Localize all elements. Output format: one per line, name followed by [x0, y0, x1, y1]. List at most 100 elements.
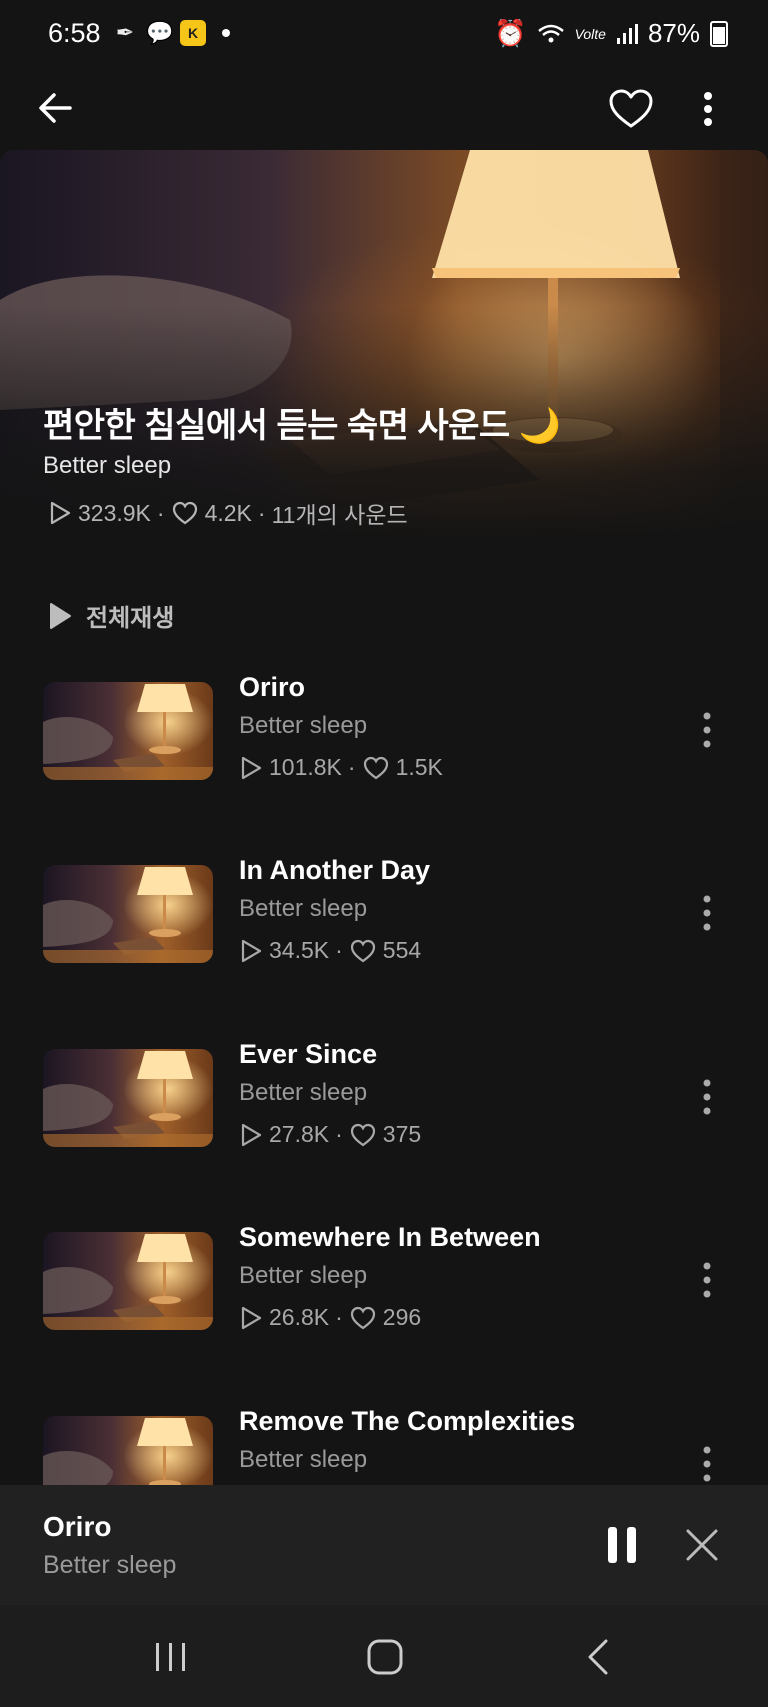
- status-bar: 6:58 ✒ 💬 K ⏰ Volte 87%: [0, 0, 768, 70]
- pause-button[interactable]: [602, 1521, 642, 1569]
- like-count: 375: [382, 1121, 422, 1147]
- more-vertical-icon: [703, 712, 711, 748]
- track-row[interactable]: Ever Since Better sleep 27.8K · 375: [0, 1039, 768, 1159]
- signal-icon: [616, 23, 638, 44]
- alarm-icon: ⏰: [494, 18, 527, 48]
- home-icon: [367, 1639, 403, 1675]
- notification-icons: ✒ 💬 K: [112, 20, 230, 46]
- like-count-icon: [350, 1123, 375, 1146]
- more-options-button[interactable]: [690, 82, 726, 136]
- track-title: Ever Since: [239, 1039, 378, 1069]
- track-more-button[interactable]: [692, 708, 722, 752]
- chat-bubble-icon: 💬: [146, 20, 174, 45]
- pause-icon: [608, 1527, 636, 1563]
- like-count: 554: [382, 937, 422, 963]
- more-vertical-icon: [703, 1262, 711, 1298]
- separator-dot: ·: [156, 499, 165, 526]
- heart-outline-icon: [609, 89, 653, 128]
- separator-dot: ·: [335, 937, 343, 963]
- track-thumbnail: [43, 865, 213, 963]
- volte-label: Volte: [574, 25, 606, 42]
- like-count-icon: [172, 501, 197, 525]
- status-time: 6:58: [48, 18, 101, 48]
- now-playing-artist: Better sleep: [43, 1551, 177, 1579]
- play-count: 101.8K: [269, 754, 342, 780]
- track-more-button[interactable]: [692, 1258, 722, 1302]
- track-title: Oriro: [239, 672, 306, 702]
- play-count-icon: [50, 501, 71, 525]
- playlist-title: 편안한 침실에서 듣는 숙면 사운드 🌙: [43, 407, 561, 445]
- track-thumbnail: [43, 1049, 213, 1147]
- track-thumbnail: [43, 682, 213, 780]
- play-count: 34.5K: [269, 937, 330, 963]
- play-count-icon: [241, 756, 262, 779]
- track-row[interactable]: In Another Day Better sleep 34.5K · 554: [0, 855, 768, 975]
- favorite-button[interactable]: [604, 82, 658, 136]
- like-count-icon: [350, 1306, 375, 1329]
- track-artist: Better sleep: [239, 712, 368, 739]
- back-button[interactable]: [30, 82, 82, 134]
- track-artist: Better sleep: [239, 1079, 368, 1106]
- more-vertical-icon: [703, 1079, 711, 1115]
- like-count-icon: [350, 939, 375, 962]
- app-bar: [0, 70, 768, 146]
- arrow-left-icon: [39, 93, 72, 123]
- track-artist: Better sleep: [239, 1262, 368, 1289]
- home-button[interactable]: [355, 1635, 415, 1679]
- play-count: 323.9K: [78, 499, 151, 526]
- close-icon: [686, 1529, 718, 1561]
- play-all-button[interactable]: 전체재생: [48, 598, 174, 633]
- system-back-button[interactable]: [570, 1635, 630, 1679]
- sound-count: 11개의 사운드: [271, 502, 408, 528]
- system-navigation-bar: [0, 1605, 768, 1707]
- back-chevron-icon: [588, 1639, 608, 1675]
- separator-dot: ·: [347, 754, 356, 780]
- playlist-hero: 편안한 침실에서 듣는 숙면 사운드 🌙 Better sleep 323.9K…: [0, 150, 768, 540]
- separator-dot: ·: [335, 1121, 343, 1147]
- like-count: 296: [382, 1304, 422, 1330]
- track-title: Remove The Complexities: [239, 1406, 576, 1436]
- playlist-stats: 323.9K · 4.2K · 11개의 사운드: [48, 496, 408, 530]
- play-count: 26.8K: [269, 1304, 330, 1330]
- track-stats: 34.5K · 554: [239, 937, 421, 964]
- close-player-button[interactable]: [680, 1523, 724, 1567]
- like-count: 4.2K: [204, 499, 252, 526]
- track-more-button[interactable]: [692, 891, 722, 935]
- like-count-icon: [363, 756, 388, 779]
- recent-apps-button[interactable]: [140, 1635, 200, 1679]
- track-row[interactable]: Somewhere In Between Better sleep 26.8K …: [0, 1222, 768, 1342]
- battery-percent: 87%: [647, 18, 700, 48]
- more-notifications-dot-icon: [222, 29, 230, 37]
- feather-icon: ✒: [115, 20, 135, 45]
- play-icon: [50, 602, 71, 629]
- more-vertical-icon: [703, 1446, 711, 1482]
- separator-dot: ·: [335, 1304, 343, 1330]
- play-count-icon: [241, 939, 262, 962]
- like-count: 1.5K: [395, 754, 443, 780]
- more-vertical-icon: [703, 895, 711, 931]
- kakao-app-icon: K: [180, 20, 206, 46]
- wifi-icon: [537, 24, 564, 42]
- track-artist: Better sleep: [239, 895, 368, 922]
- system-status-icons: ⏰ Volte 87%: [494, 18, 728, 49]
- now-playing-title: Oriro: [43, 1511, 112, 1542]
- play-count-icon: [241, 1306, 262, 1329]
- track-row[interactable]: Oriro Better sleep 101.8K · 1.5K: [0, 672, 768, 792]
- track-title: In Another Day: [239, 855, 431, 885]
- track-stats: 101.8K · 1.5K: [239, 754, 443, 781]
- more-vertical-icon: [704, 92, 712, 126]
- track-thumbnail: [43, 1232, 213, 1330]
- track-title: Somewhere In Between: [239, 1222, 541, 1252]
- hero-gradient-overlay: [0, 150, 768, 540]
- play-all-label: 전체재생: [86, 605, 175, 632]
- mini-player[interactable]: Oriro Better sleep: [0, 1485, 768, 1605]
- track-artist: Better sleep: [239, 1446, 368, 1473]
- battery-icon: [710, 20, 728, 47]
- track-more-button[interactable]: [692, 1075, 722, 1119]
- play-count-icon: [241, 1123, 262, 1146]
- separator-dot: ·: [257, 499, 266, 526]
- track-more-button[interactable]: [692, 1442, 722, 1486]
- play-count: 27.8K: [269, 1121, 330, 1147]
- track-stats: 26.8K · 296: [239, 1304, 421, 1331]
- playlist-creator[interactable]: Better sleep: [43, 452, 171, 480]
